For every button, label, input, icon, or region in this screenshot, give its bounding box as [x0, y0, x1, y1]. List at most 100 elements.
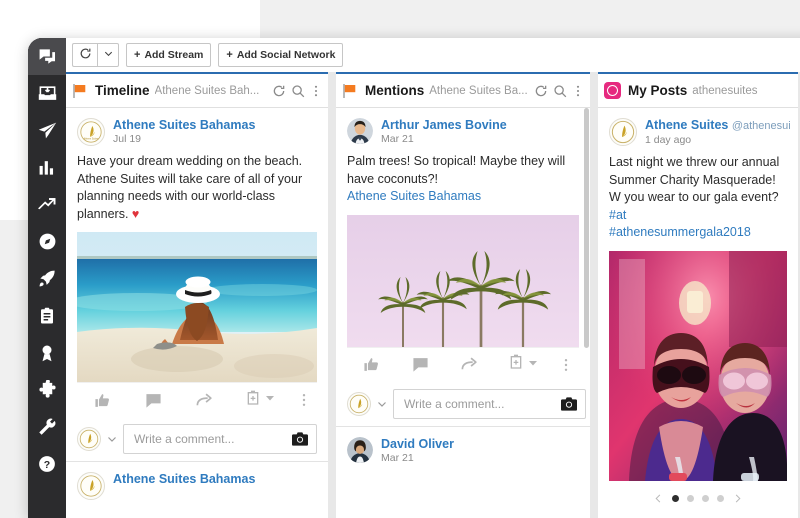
- sidebar-item-messages[interactable]: [28, 38, 66, 75]
- post-author[interactable]: Arthur James Bovine: [381, 118, 507, 132]
- wrench-icon: [38, 417, 57, 436]
- post-header: Athene Suites Bahamas: [77, 472, 317, 500]
- svg-text:?: ?: [44, 458, 50, 470]
- add-social-network-button[interactable]: + Add Social Network: [218, 43, 344, 67]
- carousel-dot[interactable]: [717, 495, 724, 502]
- flag-icon: [72, 83, 88, 99]
- share-icon[interactable]: [179, 391, 230, 410]
- camera-icon[interactable]: [292, 432, 308, 446]
- search-icon[interactable]: [291, 84, 305, 98]
- stream-posts[interactable]: Arthur James Bovine Mar 21 Palm trees! S…: [336, 108, 590, 518]
- like-icon[interactable]: [347, 356, 396, 373]
- refresh-icon[interactable]: [534, 84, 548, 98]
- sidebar-item-analytics[interactable]: [28, 149, 66, 186]
- sidebar-item-apps[interactable]: [28, 371, 66, 408]
- sidebar-item-trends[interactable]: [28, 186, 66, 223]
- post-date: 1 day ago: [645, 134, 692, 146]
- sidebar-nav: ?: [28, 38, 66, 518]
- more-vertical-icon[interactable]: [572, 84, 584, 98]
- palm-trees-photo[interactable]: [347, 214, 579, 347]
- beach-photo[interactable]: [77, 232, 317, 382]
- post-author-block: Athene Suites @athenesui 1 day ago: [645, 118, 791, 147]
- stream-column-timeline: Timeline Athene Suites Bah... Athene Sui…: [66, 72, 328, 518]
- avatar[interactable]: [77, 472, 105, 500]
- carousel-dot[interactable]: [702, 495, 709, 502]
- comment-input[interactable]: [132, 431, 292, 447]
- sidebar-item-help[interactable]: ?: [28, 445, 66, 482]
- masquerade-photo[interactable]: [609, 250, 787, 481]
- sidebar-item-rocket[interactable]: [28, 260, 66, 297]
- streams-area: Timeline Athene Suites Bah... Athene Sui…: [66, 72, 800, 518]
- avatar[interactable]: Athene Suites: [77, 118, 105, 146]
- avatar[interactable]: [347, 118, 373, 144]
- comment-input-wrap[interactable]: [123, 424, 317, 454]
- post-date: Mar 21: [381, 133, 414, 145]
- post-header: Arthur James Bovine Mar 21: [347, 118, 579, 146]
- sidebar-item-awards[interactable]: [28, 334, 66, 371]
- chevron-down-icon: [527, 356, 539, 374]
- app-window: ? + Add Stream + Add Social Network Time…: [28, 38, 800, 518]
- comment-icon[interactable]: [396, 356, 445, 373]
- refresh-icon[interactable]: [272, 84, 286, 98]
- avatar[interactable]: [609, 118, 637, 146]
- refresh-options-button[interactable]: [97, 43, 119, 67]
- add-to-queue-icon: [508, 354, 524, 375]
- camera-icon[interactable]: [561, 396, 577, 411]
- plus-icon: +: [134, 49, 141, 61]
- more-vertical-icon[interactable]: [310, 84, 322, 98]
- post-author[interactable]: Athene Suites Bahamas: [113, 472, 255, 486]
- post-author[interactable]: Athene Suites @athenesui: [645, 118, 791, 133]
- refresh-group: [72, 43, 119, 67]
- sidebar-item-settings[interactable]: [28, 408, 66, 445]
- stream-scrollbar[interactable]: [584, 108, 589, 348]
- post-author[interactable]: Athene Suites Bahamas: [113, 118, 255, 132]
- stream-header: Mentions Athene Suites Ba...: [336, 74, 590, 108]
- carousel-dot[interactable]: [687, 495, 694, 502]
- comment-icon[interactable]: [128, 392, 179, 409]
- stream-title: Timeline: [95, 83, 150, 98]
- add-to-queue-button[interactable]: [230, 390, 291, 411]
- add-stream-button[interactable]: + Timeline Add Stream: [126, 43, 212, 67]
- messages-icon: [38, 47, 57, 66]
- add-to-queue-button[interactable]: [494, 354, 553, 375]
- inbox-icon: [38, 84, 57, 103]
- post-author-block: Athene Suites Bahamas Jul 19: [113, 118, 255, 146]
- sidebar-item-publisher[interactable]: [28, 112, 66, 149]
- refresh-icon: [79, 47, 92, 63]
- like-icon[interactable]: [77, 392, 128, 409]
- svg-text:Athene Suites: Athene Suites: [84, 138, 100, 141]
- instagram-icon: [604, 82, 621, 99]
- more-vertical-icon[interactable]: [553, 357, 579, 373]
- carousel-dot[interactable]: [672, 495, 679, 502]
- post-hashtag-partial[interactable]: #at: [609, 208, 626, 222]
- stream-header-actions: [534, 84, 584, 98]
- avatar[interactable]: [77, 427, 101, 451]
- comment-composer: [77, 417, 317, 461]
- chevron-left-icon[interactable]: [653, 492, 664, 505]
- analytics-icon: [38, 158, 57, 177]
- post-author[interactable]: David Oliver: [381, 437, 454, 451]
- post-date: Jul 19: [113, 133, 142, 145]
- sidebar-item-tasks[interactable]: [28, 297, 66, 334]
- chevron-down-icon[interactable]: [106, 433, 118, 445]
- share-icon[interactable]: [445, 355, 494, 374]
- stream-posts[interactable]: Athene Suites Athene Suites Bahamas Jul …: [66, 108, 328, 518]
- screenshot-stage: ? + Add Stream + Add Social Network Time…: [0, 0, 800, 518]
- chevron-down-icon[interactable]: [376, 398, 388, 410]
- avatar[interactable]: [347, 436, 373, 463]
- post-hashtag[interactable]: #athenesummergala2018: [609, 225, 751, 239]
- search-icon[interactable]: [553, 84, 567, 98]
- discovery-icon: [38, 232, 57, 251]
- rocket-icon: [38, 269, 57, 288]
- post-link[interactable]: Athene Suites Bahamas: [347, 189, 481, 203]
- sidebar-item-inbox[interactable]: [28, 75, 66, 112]
- comment-input-wrap[interactable]: [393, 388, 586, 419]
- refresh-all-button[interactable]: [72, 43, 97, 67]
- more-vertical-icon[interactable]: [291, 392, 317, 408]
- comment-input[interactable]: [402, 395, 561, 412]
- avatar[interactable]: [347, 391, 371, 416]
- chevron-right-icon[interactable]: [732, 492, 743, 505]
- stream-posts[interactable]: Athene Suites @athenesui 1 day ago Last …: [598, 108, 798, 518]
- sidebar-item-discovery[interactable]: [28, 223, 66, 260]
- post-handle: @athenesui: [731, 120, 791, 132]
